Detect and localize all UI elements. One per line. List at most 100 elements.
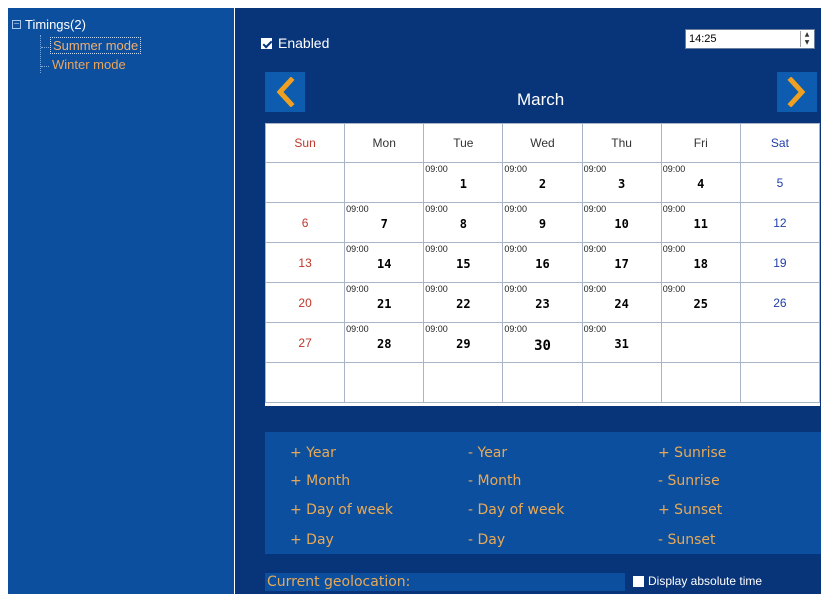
calendar-day-cell[interactable] <box>502 362 583 403</box>
plus-day-button[interactable]: + Day <box>290 532 334 548</box>
day-number: 12 <box>773 216 787 230</box>
absolute-time-toggle[interactable]: Display absolute time <box>633 574 762 588</box>
plus-sunset-button[interactable]: + Sunset <box>658 502 722 518</box>
plus-month-button[interactable]: + Month <box>290 473 350 489</box>
minus-day-of-week-button[interactable]: - Day of week <box>468 502 564 518</box>
minus-day-button[interactable]: - Day <box>468 532 505 548</box>
time-input[interactable]: 14:25 ▲ ▼ <box>685 29 815 49</box>
plus-year-button[interactable]: + Year <box>290 445 336 461</box>
calendar-day-cell[interactable]: 09:00 15 <box>423 242 504 283</box>
calendar-day-cell[interactable] <box>264 362 346 403</box>
day-time-label: 09:00 <box>662 244 686 254</box>
calendar-day-cell[interactable]: 09:00 31 <box>581 322 662 363</box>
minus-year-button[interactable]: - Year <box>468 445 507 461</box>
calendar-week-row: 20 09:00 21 09:00 22 09:00 23 09:00 24 09:00 25 26 <box>264 282 821 323</box>
calendar-day-cell[interactable]: 09:00 16 <box>502 242 583 283</box>
day-time-label: 09:00 <box>583 204 607 214</box>
calendar-day-cell[interactable]: 5 <box>739 162 821 203</box>
calendar-day-cell[interactable]: 09:00 2 <box>502 162 583 203</box>
calendar-day-cell[interactable]: 09:00 23 <box>502 282 583 323</box>
calendar-day-cell[interactable] <box>344 162 425 203</box>
tree-item-summer-mode[interactable]: Summer mode <box>50 37 142 54</box>
calendar-day-cell[interactable] <box>660 322 741 363</box>
calendar-day-cell[interactable]: 19 <box>739 242 821 283</box>
calendar-day-cell[interactable] <box>660 362 741 403</box>
day-number: 2 <box>538 177 547 191</box>
absolute-time-checkbox[interactable] <box>633 575 644 587</box>
day-number: 6 <box>301 216 309 230</box>
calendar-day-cell[interactable]: 27 <box>264 322 346 363</box>
day-time-label: 09:00 <box>346 244 369 254</box>
enabled-toggle[interactable]: Enabled <box>261 35 329 51</box>
spin-down-icon[interactable]: ▼ <box>801 39 813 47</box>
day-number: 15 <box>456 257 471 271</box>
enabled-checkbox[interactable] <box>261 37 272 49</box>
calendar-day-cell[interactable]: 09:00 29 <box>423 322 504 363</box>
tree-root-label[interactable]: Timings(2) <box>25 17 86 32</box>
calendar-day-cell[interactable]: 09:00 22 <box>423 282 504 323</box>
calendar-day-cell[interactable] <box>739 322 821 363</box>
calendar-week-row <box>264 362 821 403</box>
day-time-label: 09:00 <box>346 324 369 334</box>
collapse-icon[interactable]: − <box>12 20 21 29</box>
calendar-day-cell[interactable]: 20 <box>264 282 346 323</box>
day-number: 9 <box>538 217 547 231</box>
day-time-label: 09:00 <box>504 164 527 174</box>
calendar-day-cell[interactable]: 6 <box>264 202 346 243</box>
day-number: 7 <box>380 217 388 231</box>
calendar-day-cell[interactable]: 09:00 24 <box>581 282 662 323</box>
calendar-day-cell[interactable]: 09:00 1 <box>423 162 504 203</box>
calendar-day-cell[interactable]: 09:00 4 <box>660 162 741 203</box>
calendar-day-cell[interactable] <box>423 362 504 403</box>
calendar-day-cell[interactable]: 12 <box>739 202 821 243</box>
spin-up-icon[interactable]: ▲ <box>801 31 813 39</box>
calendar-day-cell[interactable]: 09:00 8 <box>423 202 504 243</box>
day-number: 18 <box>693 257 708 271</box>
calendar-day-cell[interactable]: 09:00 11 <box>660 202 741 243</box>
calendar-day-cell[interactable]: 09:00 17 <box>581 242 662 283</box>
day-time-label: 09:00 <box>346 204 369 214</box>
calendar-day-cell[interactable] <box>739 362 821 403</box>
calendar-day-cell[interactable] <box>581 362 662 403</box>
calendar-day-cell[interactable]: 09:00 10 <box>581 202 662 243</box>
calendar-day-cell[interactable]: 09:00 3 <box>581 162 662 203</box>
next-month-button[interactable] <box>777 72 817 112</box>
day-number: 25 <box>693 297 708 311</box>
plus-day-of-week-button[interactable]: + Day of week <box>290 502 393 518</box>
calendar-day-cell[interactable]: 26 <box>739 282 821 323</box>
minus-sunrise-button[interactable]: - Sunrise <box>658 473 720 489</box>
calendar-day-cell[interactable]: 09:00 7 <box>344 202 425 243</box>
calendar-day-cell[interactable]: 13 <box>264 242 346 283</box>
weekday-thu: Thu <box>581 123 662 163</box>
chevron-right-icon <box>787 77 806 107</box>
day-time-label: 09:00 <box>504 324 527 334</box>
time-spinner[interactable]: ▲ ▼ <box>800 31 813 47</box>
day-time-label: 09:00 <box>583 284 607 294</box>
calendar-day-cell[interactable]: 09:00 30 <box>502 322 583 363</box>
calendar-day-cell[interactable]: 09:00 14 <box>344 242 425 283</box>
weekday-header: Sun Mon Tue Wed Thu Fri Sat <box>264 123 821 163</box>
month-title: March <box>517 90 565 109</box>
tree-item-winter-mode[interactable]: Winter mode <box>50 57 128 72</box>
enabled-label: Enabled <box>278 35 330 51</box>
calendar-day-cell[interactable]: 09:00 9 <box>502 202 583 243</box>
calendar-day-cell[interactable] <box>344 362 425 403</box>
calendar-day-cell[interactable]: 09:00 25 <box>660 282 741 323</box>
minus-month-button[interactable]: - Month <box>468 473 521 489</box>
calendar-week-row: 13 09:00 14 09:00 15 09:00 16 09:00 17 09:00 18 19 <box>264 242 821 283</box>
chevron-left-icon <box>276 77 295 107</box>
minus-sunset-button[interactable]: - Sunset <box>658 532 716 548</box>
previous-month-button[interactable] <box>265 72 305 112</box>
calendar-day-cell[interactable]: 09:00 18 <box>660 242 741 283</box>
time-value[interactable]: 14:25 <box>689 33 717 45</box>
calendar-day-cell[interactable]: 09:00 28 <box>344 322 425 363</box>
day-number: 24 <box>614 297 629 311</box>
day-time-label: 09:00 <box>425 204 448 214</box>
day-number: 30 <box>534 338 551 354</box>
tree-root[interactable]: − Timings(2) <box>12 17 86 32</box>
calendar-day-cell[interactable] <box>264 162 346 203</box>
calendar-day-cell[interactable]: 09:00 21 <box>344 282 425 323</box>
plus-sunrise-button[interactable]: + Sunrise <box>658 445 726 461</box>
day-number: 16 <box>535 257 550 271</box>
day-number: 28 <box>376 337 392 351</box>
